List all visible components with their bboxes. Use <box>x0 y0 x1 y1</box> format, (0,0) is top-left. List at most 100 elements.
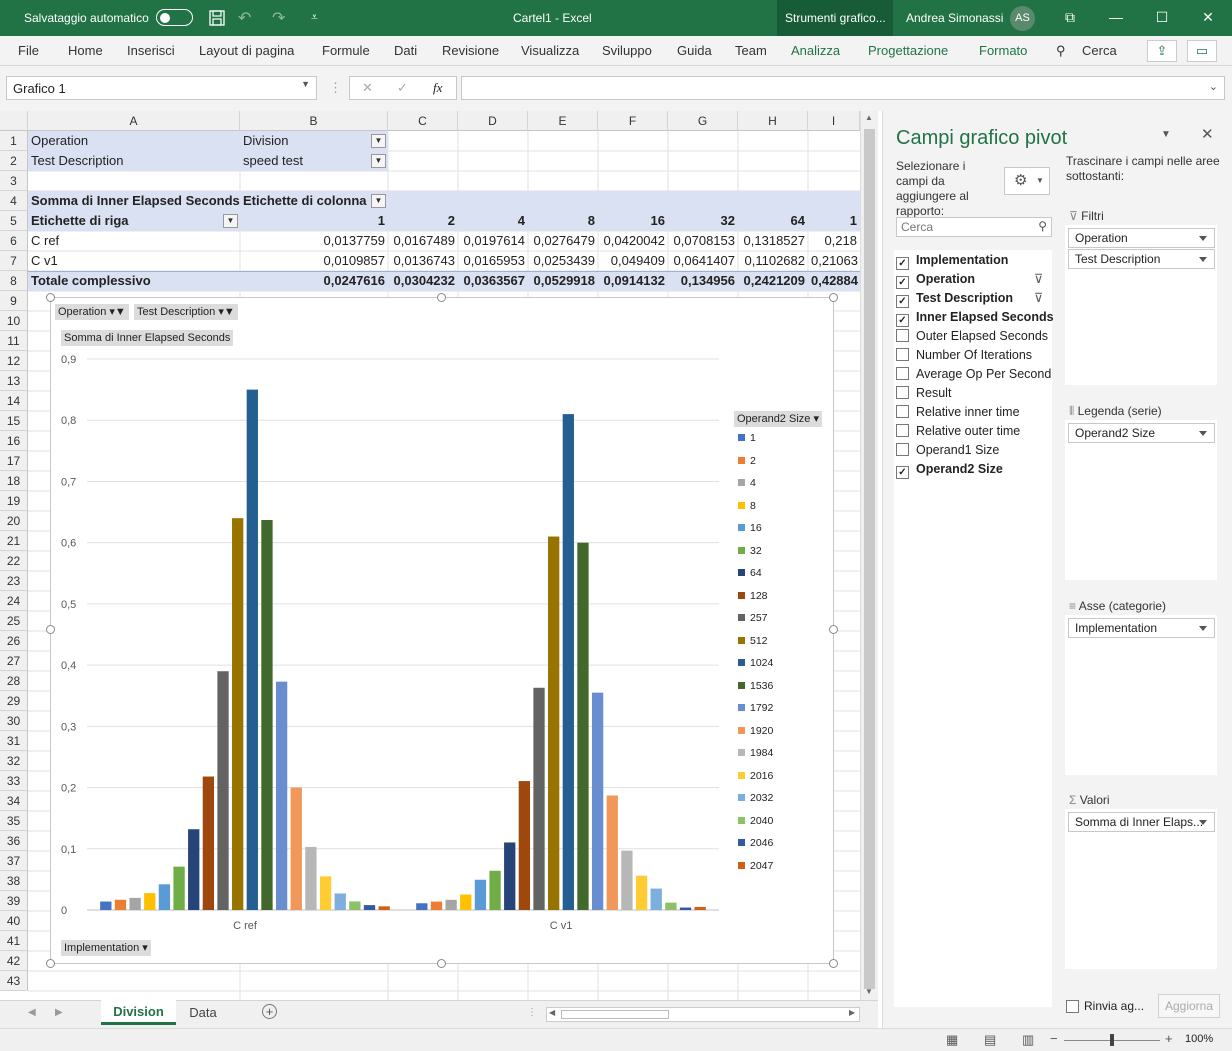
row-header[interactable]: 20 <box>0 511 28 531</box>
legend-item[interactable]: 257 <box>738 612 768 624</box>
bar[interactable] <box>319 876 332 910</box>
sheet-tab-data[interactable]: Data <box>178 1005 228 1020</box>
filter-dropdown-icon[interactable]: ▼ <box>371 134 386 148</box>
tab-file[interactable]: File <box>18 43 39 58</box>
bar[interactable] <box>378 906 390 910</box>
checkbox-icon[interactable] <box>896 329 909 342</box>
field-item[interactable]: Average Op Per Second <box>896 365 1051 383</box>
filter-label[interactable]: Test Description <box>28 151 240 171</box>
data-cell[interactable]: 0,0136743 <box>388 251 458 271</box>
column-header[interactable]: B <box>240 111 388 131</box>
field-item[interactable]: ✓ Operation ⊽ <box>896 270 1043 289</box>
row-header[interactable]: 17 <box>0 451 28 471</box>
data-cell[interactable]: 0,0167489 <box>388 231 458 251</box>
resize-handle[interactable] <box>437 293 446 302</box>
bar[interactable] <box>548 536 560 910</box>
bar[interactable] <box>694 906 706 910</box>
zoom-level[interactable]: 100% <box>1185 1033 1213 1045</box>
row-header[interactable]: 3 <box>0 171 28 191</box>
pivot-chart[interactable]: Operation ▾▼ Test Description ▾▼ Somma d… <box>50 297 834 964</box>
column-header[interactable]: A <box>28 111 240 131</box>
row-header[interactable]: 28 <box>0 671 28 691</box>
ribbon-display-icon[interactable]: ⧉ <box>1060 9 1080 26</box>
bar[interactable] <box>635 875 648 910</box>
bar[interactable] <box>562 414 574 910</box>
field-search-input[interactable]: Cerca ⚲ <box>896 217 1052 237</box>
tab-sviluppo[interactable]: Sviluppo <box>602 43 652 58</box>
filter-chip-testdesc[interactable]: Test Description <box>1068 249 1215 269</box>
column-labels-dropdown-icon[interactable]: ▼ <box>371 194 386 208</box>
defer-update-checkbox[interactable] <box>1066 1000 1079 1013</box>
tab-formato[interactable]: Formato <box>979 43 1027 58</box>
share-icon[interactable]: ⇪ <box>1147 40 1177 62</box>
checkbox-checked-icon[interactable]: ✓ <box>896 314 909 327</box>
select-all-corner[interactable] <box>0 111 28 131</box>
row-header[interactable]: 9 <box>0 291 28 311</box>
column-size-label[interactable]: 2 <box>388 211 458 231</box>
data-cell[interactable]: 0,218 <box>808 231 860 251</box>
scroll-down-icon[interactable]: ▼ <box>865 987 873 996</box>
bar[interactable] <box>416 903 428 910</box>
row-header[interactable]: 42 <box>0 951 28 971</box>
data-cell[interactable]: 0,0197614 <box>458 231 528 251</box>
checkbox-checked-icon[interactable]: ✓ <box>896 276 909 289</box>
bar[interactable] <box>445 899 457 910</box>
checkbox-icon[interactable] <box>896 386 909 399</box>
total-cell[interactable]: 0,0247616 <box>240 271 388 291</box>
bar[interactable] <box>202 776 215 910</box>
row-header[interactable]: 5 <box>0 211 28 231</box>
row-header[interactable]: 11 <box>0 331 28 351</box>
row-label[interactable]: C ref <box>28 231 240 251</box>
row-labels-dropdown-icon[interactable]: ▼ <box>223 214 238 228</box>
row-header[interactable]: 30 <box>0 711 28 731</box>
row-header[interactable]: 24 <box>0 591 28 611</box>
legend-item[interactable]: 1 <box>738 432 756 444</box>
legend-item[interactable]: 32 <box>738 545 762 557</box>
bar[interactable] <box>621 850 633 910</box>
row-header[interactable]: 1 <box>0 131 28 151</box>
bar[interactable] <box>158 884 171 910</box>
row-header[interactable]: 22 <box>0 551 28 571</box>
legend-item[interactable]: 2016 <box>738 770 773 782</box>
bar[interactable] <box>305 846 317 910</box>
data-cell[interactable]: 0,1102682 <box>738 251 808 271</box>
data-cell[interactable]: 0,0708153 <box>668 231 738 251</box>
column-size-label[interactable]: 64 <box>738 211 808 231</box>
column-header[interactable]: H <box>738 111 808 131</box>
checkbox-icon[interactable] <box>896 424 909 437</box>
total-cell[interactable]: 0,42884 <box>808 271 860 291</box>
zoom-out-icon[interactable]: − <box>1050 1031 1058 1046</box>
total-cell[interactable]: 0,0914132 <box>598 271 668 291</box>
confirm-icon[interactable]: ✓ <box>397 80 408 96</box>
row-header[interactable]: 21 <box>0 531 28 551</box>
legend-item[interactable]: 1536 <box>738 680 773 692</box>
data-cell[interactable]: 0,1318527 <box>738 231 808 251</box>
column-header[interactable]: F <box>598 111 668 131</box>
axis-area[interactable]: Implementation <box>1065 615 1217 775</box>
scroll-left-icon[interactable]: ◀ <box>549 1008 555 1017</box>
row-header[interactable]: 13 <box>0 371 28 391</box>
row-header[interactable]: 25 <box>0 611 28 631</box>
bar[interactable] <box>188 829 200 910</box>
bar[interactable] <box>334 893 346 910</box>
field-item[interactable]: ✓ Operand2 Size <box>896 460 1003 479</box>
field-item[interactable]: Number Of Iterations <box>896 346 1032 364</box>
legend-chip[interactable]: Operand2 Size <box>1068 423 1215 443</box>
vertical-scrollbar[interactable]: ▲ ▼ <box>860 111 878 1000</box>
add-sheet-icon[interactable]: + <box>262 1004 277 1019</box>
data-cell[interactable]: 0,0137759 <box>240 231 388 251</box>
filter-icon[interactable]: ⊽ <box>1034 270 1043 288</box>
row-header[interactable]: 12 <box>0 351 28 371</box>
legend-item[interactable]: 128 <box>738 590 768 602</box>
bar[interactable] <box>100 901 112 910</box>
horizontal-scrollbar[interactable]: ◀ ▶ <box>546 1007 860 1022</box>
bar[interactable] <box>349 901 361 910</box>
row-header[interactable]: 8 <box>0 271 28 291</box>
legend-item[interactable]: 8 <box>738 500 756 512</box>
legend-item[interactable]: 16 <box>738 522 762 534</box>
resize-handle[interactable] <box>46 625 55 634</box>
values-chip[interactable]: Somma di Inner Elaps... <box>1068 812 1215 832</box>
column-size-label[interactable]: 8 <box>528 211 598 231</box>
bar[interactable] <box>518 781 531 910</box>
legend-item[interactable]: 2 <box>738 455 756 467</box>
